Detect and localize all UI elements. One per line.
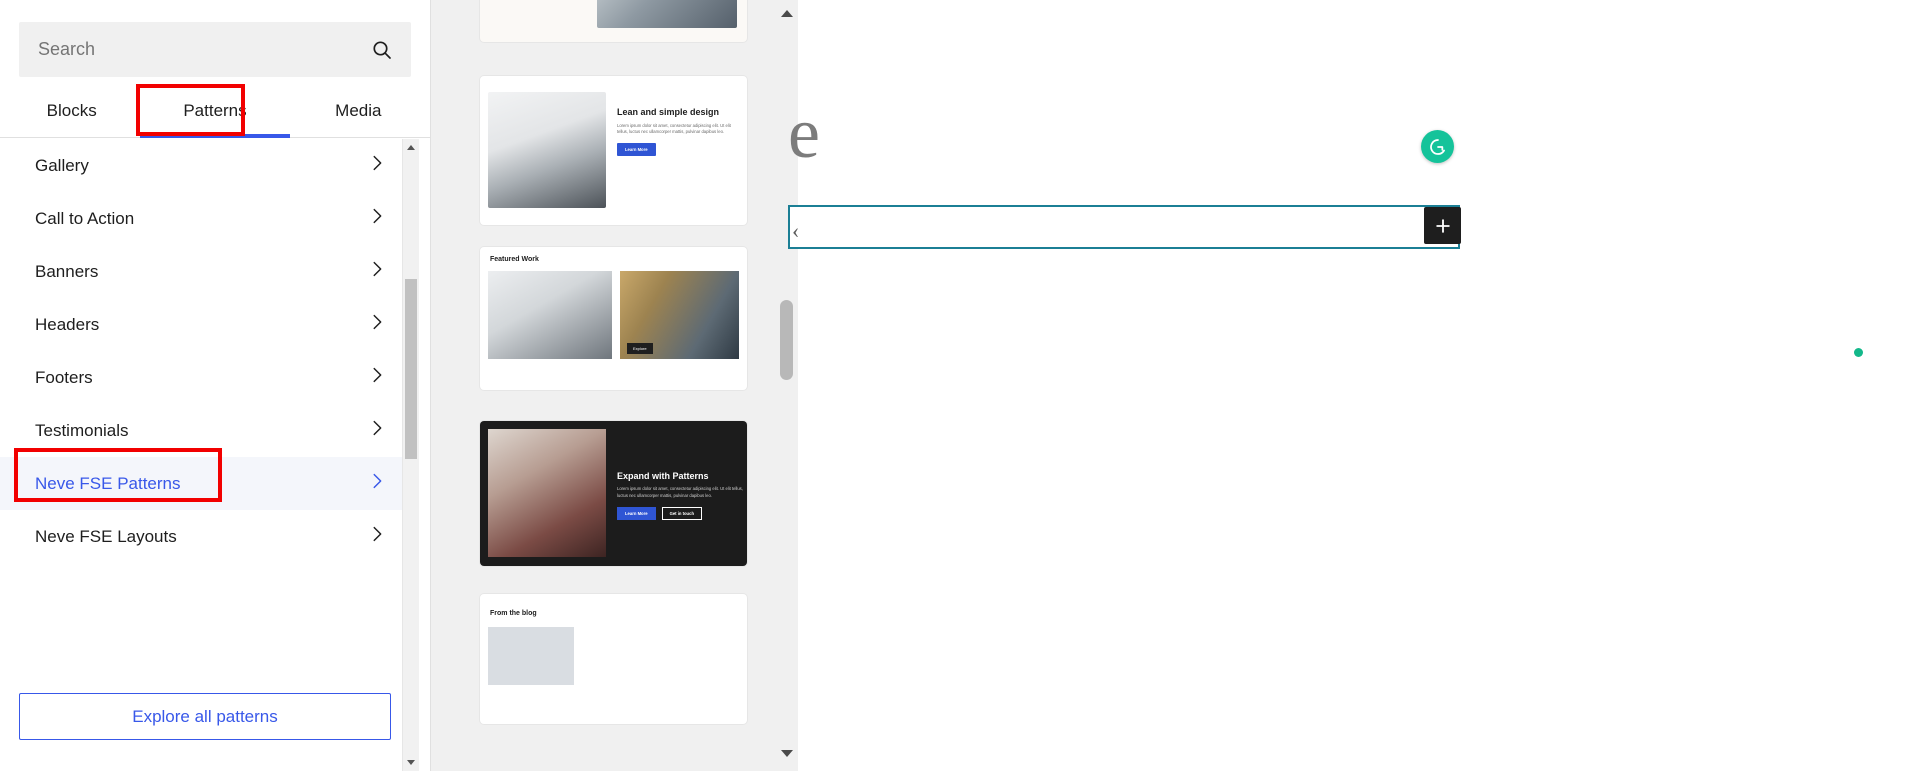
tab-patterns[interactable]: Patterns — [143, 85, 286, 137]
category-item-call-to-action[interactable]: Call to Action — [0, 192, 412, 245]
category-item-testimonials[interactable]: Testimonials — [0, 404, 412, 457]
scroll-down-icon[interactable] — [775, 743, 798, 763]
category-item-footers[interactable]: Footers — [0, 351, 412, 404]
pattern-thumbnail-image — [488, 271, 612, 359]
pattern-thumbnail-image — [488, 92, 606, 208]
category-label: Banners — [35, 261, 99, 281]
chevron-right-icon — [366, 417, 388, 444]
pattern-card-title: Expand with Patterns — [617, 471, 709, 481]
editor-canvas: e ‹ — [788, 0, 1915, 771]
category-label: Neve FSE Layouts — [35, 526, 177, 546]
chevron-right-icon — [366, 311, 388, 338]
inserter-scrollbar-thumb[interactable] — [405, 279, 417, 459]
scroll-up-icon[interactable] — [403, 139, 419, 156]
category-item-gallery[interactable]: Gallery — [0, 139, 412, 192]
pattern-card-title: Lean and simple design — [617, 107, 720, 117]
category-label: Gallery — [35, 155, 89, 175]
pattern-card[interactable]: Featured Work Explore — [480, 247, 747, 390]
explore-all-patterns-button[interactable]: Explore all patterns — [19, 693, 391, 740]
pattern-card-title: From the blog — [490, 610, 537, 617]
pattern-card-text: Lorem ipsum dolor sit amet, consectetur … — [617, 122, 731, 135]
category-label: Neve FSE Patterns — [35, 473, 181, 493]
block-caret: ‹ — [792, 218, 800, 243]
search-row — [19, 22, 411, 77]
pattern-card[interactable]: Lean and simple design Lorem ipsum dolor… — [480, 76, 747, 225]
category-item-neve-fse-layouts[interactable]: Neve FSE Layouts — [0, 510, 412, 563]
search-input[interactable] — [36, 38, 370, 61]
pattern-thumbnail-image — [597, 0, 737, 28]
pattern-card-title: Featured Work — [490, 256, 539, 263]
chevron-right-icon — [366, 470, 388, 497]
category-label: Testimonials — [35, 420, 129, 440]
category-label: Footers — [35, 367, 93, 387]
pattern-thumbnail-image — [488, 429, 606, 557]
pattern-card-body: Expand with Patterns Lorem ipsum dolor s… — [617, 471, 743, 520]
pattern-card-primary-button[interactable]: Learn More — [617, 507, 656, 520]
pattern-preview-column: Lean and simple design Lorem ipsum dolor… — [431, 0, 798, 771]
tab-media[interactable]: Media — [287, 85, 430, 137]
pattern-thumbnail-image — [488, 627, 574, 685]
chevron-right-icon — [366, 523, 388, 550]
category-label: Headers — [35, 314, 100, 334]
scroll-up-icon[interactable] — [775, 3, 798, 23]
pattern-card-button[interactable]: Learn More — [617, 142, 656, 156]
plus-icon — [1435, 218, 1450, 233]
category-item-neve-fse-patterns[interactable]: Neve FSE Patterns — [0, 457, 412, 510]
inserter-scrollbar[interactable] — [402, 139, 419, 771]
pattern-card-body: Lean and simple design Lorem ipsum dolor… — [617, 107, 739, 156]
green-status-dot — [1854, 348, 1863, 357]
category-item-banners[interactable]: Banners — [0, 245, 412, 298]
category-item-headers[interactable]: Headers — [0, 298, 412, 351]
page-title[interactable]: e — [788, 92, 820, 175]
pattern-category-list: Gallery Call to Action Banners Headers F… — [0, 139, 412, 633]
chevron-right-icon — [366, 364, 388, 391]
chevron-right-icon — [366, 152, 388, 179]
preview-scrollbar-thumb[interactable] — [780, 300, 793, 380]
block-inserter-panel: Blocks Patterns Media Gallery Call to Ac… — [0, 0, 431, 771]
explore-all-patterns-wrap: Explore all patterns — [19, 693, 391, 740]
add-block-button[interactable] — [1424, 207, 1461, 244]
selected-block[interactable] — [788, 205, 1460, 249]
tab-blocks[interactable]: Blocks — [0, 85, 143, 137]
scroll-down-icon[interactable] — [403, 754, 419, 771]
pattern-card-secondary-button[interactable]: Get in touch — [661, 507, 703, 520]
pattern-card-button[interactable]: Explore — [627, 343, 653, 354]
grammarly-icon[interactable] — [1421, 130, 1454, 163]
search-icon[interactable] — [370, 38, 394, 62]
pattern-card-text: Lorem ipsum dolor sit amet, consectetur … — [617, 486, 743, 498]
chevron-right-icon — [366, 205, 388, 232]
pattern-card[interactable] — [480, 0, 747, 42]
search-field[interactable] — [19, 22, 411, 77]
pattern-card[interactable]: Expand with Patterns Lorem ipsum dolor s… — [480, 421, 747, 566]
pattern-card[interactable]: From the blog — [480, 594, 747, 724]
pattern-card-button-row: Learn More Get in touch — [617, 507, 743, 520]
chevron-right-icon — [366, 258, 388, 285]
inserter-tabs: Blocks Patterns Media — [0, 85, 430, 138]
category-label: Call to Action — [35, 208, 135, 228]
